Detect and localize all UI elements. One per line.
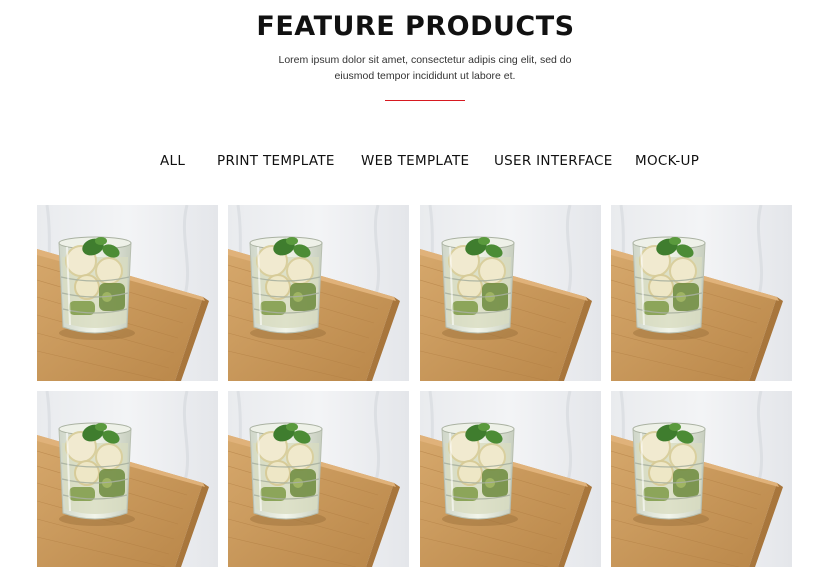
- product-card-image[interactable]: [420, 205, 601, 381]
- product-card-image[interactable]: [420, 391, 601, 567]
- product-card-image[interactable]: [37, 205, 218, 381]
- section-title: FEATURE PRODUCTS: [256, 11, 575, 42]
- product-card-image[interactable]: [37, 391, 218, 567]
- filter-all[interactable]: ALL: [160, 153, 185, 169]
- section-subtitle: Lorem ipsum dolor sit amet, consectetur …: [278, 54, 572, 82]
- filter-mock-up[interactable]: MOCK-UP: [635, 153, 699, 169]
- product-grid: [37, 205, 792, 567]
- filter-print-template[interactable]: PRINT TEMPLATE: [217, 153, 335, 169]
- filter-web-template[interactable]: WEB TEMPLATE: [361, 153, 469, 169]
- product-card-image[interactable]: [228, 205, 409, 381]
- product-card-image[interactable]: [611, 391, 792, 567]
- filter-nav: ALL PRINT TEMPLATE WEB TEMPLATE USER INT…: [0, 153, 831, 173]
- product-card-image[interactable]: [228, 391, 409, 567]
- product-card-image[interactable]: [611, 205, 792, 381]
- filter-user-interface[interactable]: USER INTERFACE: [494, 153, 613, 169]
- title-divider: [385, 100, 465, 101]
